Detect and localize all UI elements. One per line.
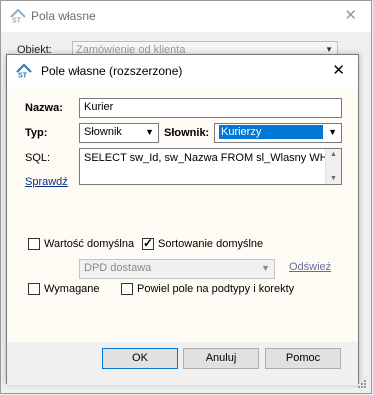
app-logo-icon: ST (16, 64, 32, 78)
sql-textarea[interactable]: SELECT sw_Id, sw_Nazwa FROM sl_Wlasny WH… (79, 148, 342, 185)
dialog-title-bar: ST Pole własne (rozszerzone) ✕ (7, 55, 358, 87)
close-icon[interactable]: ✕ (344, 6, 357, 24)
sql-text: SELECT sw_Id, sw_Nazwa FROM sl_Wlasny WH… (84, 152, 336, 164)
ok-button[interactable]: OK (102, 348, 178, 369)
check-sql-link[interactable]: Sprawdź (25, 176, 68, 188)
default-sort-label: Sortowanie domyślne (158, 238, 264, 250)
repeat-field-checkbox[interactable] (121, 283, 133, 295)
type-select-value: Słownik (84, 126, 122, 138)
check-icon: ✓ (143, 236, 154, 250)
close-icon[interactable]: ✕ (332, 61, 345, 79)
required-checkbox[interactable] (28, 283, 40, 295)
default-value-select-value: DPD dostawa (84, 262, 152, 274)
default-value-select[interactable]: DPD dostawa ▼ (79, 259, 275, 279)
name-label: Nazwa: (25, 102, 63, 114)
svg-text:ST: ST (12, 18, 22, 24)
help-button[interactable]: Pomoc (265, 348, 341, 369)
dictionary-select[interactable]: Kurierzy ▼ (214, 123, 342, 143)
dictionary-label: Słownik: (164, 127, 210, 139)
required-label: Wymagane (44, 283, 100, 295)
default-sort-checkbox[interactable]: ✓ (142, 236, 154, 250)
dialog-title: Pole własne (rozszerzone) (41, 64, 183, 78)
background-window-title: Pola własne (31, 9, 96, 23)
chevron-down-icon: ▼ (261, 263, 270, 273)
default-value-checkbox[interactable] (28, 238, 40, 250)
scroll-down-icon[interactable]: ▼ (330, 175, 337, 182)
dictionary-select-value: Kurierzy (219, 125, 323, 139)
button-bar: OK Anuluj Pomoc (7, 342, 358, 385)
custom-field-dialog: ST Pole własne (rozszerzone) ✕ Nazwa: Ku… (6, 54, 359, 385)
sql-label: SQL: (25, 152, 51, 164)
type-label: Typ: (25, 127, 48, 139)
scroll-up-icon[interactable]: ▲ (330, 151, 337, 158)
default-value-label: Wartość domyślna (44, 238, 135, 250)
repeat-field-label: Powiel pole na podtypy i korekty (137, 283, 295, 295)
background-title-bar: ST Pola własne ✕ (1, 1, 371, 32)
refresh-link[interactable]: Odśwież (289, 261, 331, 273)
chevron-down-icon: ▼ (325, 45, 333, 54)
chevron-down-icon: ▼ (145, 127, 154, 137)
sql-scrollbar[interactable]: ▲ ▼ (325, 149, 341, 184)
app-logo-icon: ST (10, 9, 26, 23)
chevron-down-icon: ▼ (328, 127, 337, 137)
name-input[interactable]: Kurier (79, 98, 342, 118)
cancel-button[interactable]: Anuluj (183, 348, 259, 369)
type-select[interactable]: Słownik ▼ (79, 123, 159, 143)
svg-text:ST: ST (18, 73, 28, 79)
